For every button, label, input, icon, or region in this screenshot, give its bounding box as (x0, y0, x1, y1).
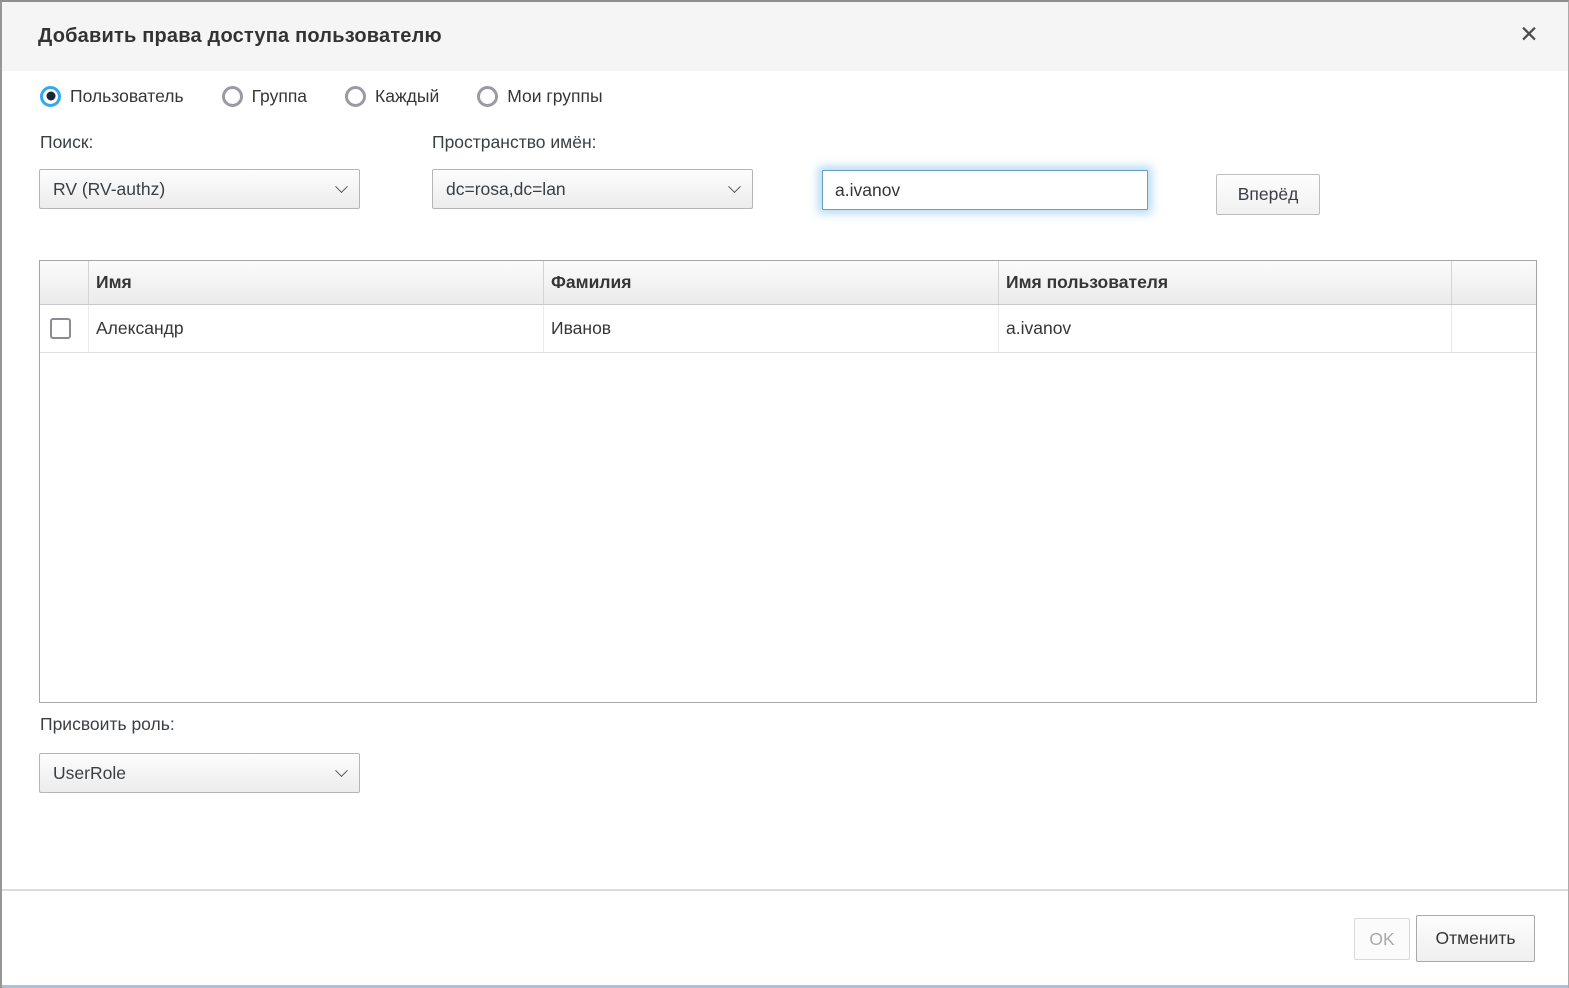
cancel-button[interactable]: Отменить (1416, 915, 1535, 962)
role-value: UserRole (53, 763, 126, 784)
dialog-titlebar: Добавить права доступа пользователю ✕ (2, 2, 1568, 71)
row-checkbox-cell (40, 305, 88, 352)
checkbox-column-header (40, 261, 88, 304)
cell-first-name: Александр (88, 305, 543, 352)
table-header-row: Имя Фамилия Имя пользователя (40, 261, 1536, 305)
column-header-empty (1451, 261, 1536, 304)
cell-empty (1451, 305, 1536, 352)
radio-selected-icon (40, 86, 61, 107)
radio-option-user[interactable]: Пользователь (40, 86, 184, 107)
search-profile-select[interactable]: RV (RV-authz) (39, 169, 360, 209)
chevron-down-icon (335, 764, 348, 777)
radio-option-my-groups-label: Мои группы (507, 86, 602, 107)
radio-option-everyone-label: Каждый (375, 86, 439, 107)
namespace-select[interactable]: dc=rosa,dc=lan (432, 169, 753, 209)
radio-option-user-label: Пользователь (70, 86, 184, 107)
namespace-label: Пространство имён: (432, 132, 596, 153)
role-select[interactable]: UserRole (39, 753, 360, 793)
row-checkbox[interactable] (50, 318, 71, 339)
cell-last-name: Иванов (543, 305, 998, 352)
table-row[interactable]: Александр Иванов a.ivanov (40, 305, 1536, 353)
column-header-last-name[interactable]: Фамилия (543, 261, 998, 304)
column-header-first-name[interactable]: Имя (88, 261, 543, 304)
cell-username: a.ivanov (998, 305, 1451, 352)
radio-option-everyone[interactable]: Каждый (345, 86, 439, 107)
close-icon[interactable]: ✕ (1512, 18, 1546, 52)
radio-unselected-icon (222, 86, 243, 107)
chevron-down-icon (728, 180, 741, 193)
search-type-radio-group: Пользователь Группа Каждый Мои группы (40, 82, 603, 110)
go-button[interactable]: Вперёд (1216, 174, 1320, 215)
footer-divider (2, 889, 1568, 891)
search-query-input[interactable] (822, 170, 1148, 210)
radio-option-group-label: Группа (252, 86, 307, 107)
radio-unselected-icon (345, 86, 366, 107)
column-header-username[interactable]: Имя пользователя (998, 261, 1451, 304)
ok-button[interactable]: OK (1354, 918, 1410, 960)
search-results-table: Имя Фамилия Имя пользователя Александр И… (39, 260, 1537, 703)
radio-option-group[interactable]: Группа (222, 86, 307, 107)
radio-unselected-icon (477, 86, 498, 107)
assign-role-label: Присвоить роль: (40, 714, 175, 735)
radio-option-my-groups[interactable]: Мои группы (477, 86, 602, 107)
namespace-value: dc=rosa,dc=lan (446, 179, 566, 200)
dialog-title: Добавить права доступа пользователю (38, 2, 442, 71)
search-label: Поиск: (40, 132, 93, 153)
add-permission-dialog: Добавить права доступа пользователю ✕ По… (0, 0, 1569, 988)
search-profile-value: RV (RV-authz) (53, 179, 165, 200)
chevron-down-icon (335, 180, 348, 193)
